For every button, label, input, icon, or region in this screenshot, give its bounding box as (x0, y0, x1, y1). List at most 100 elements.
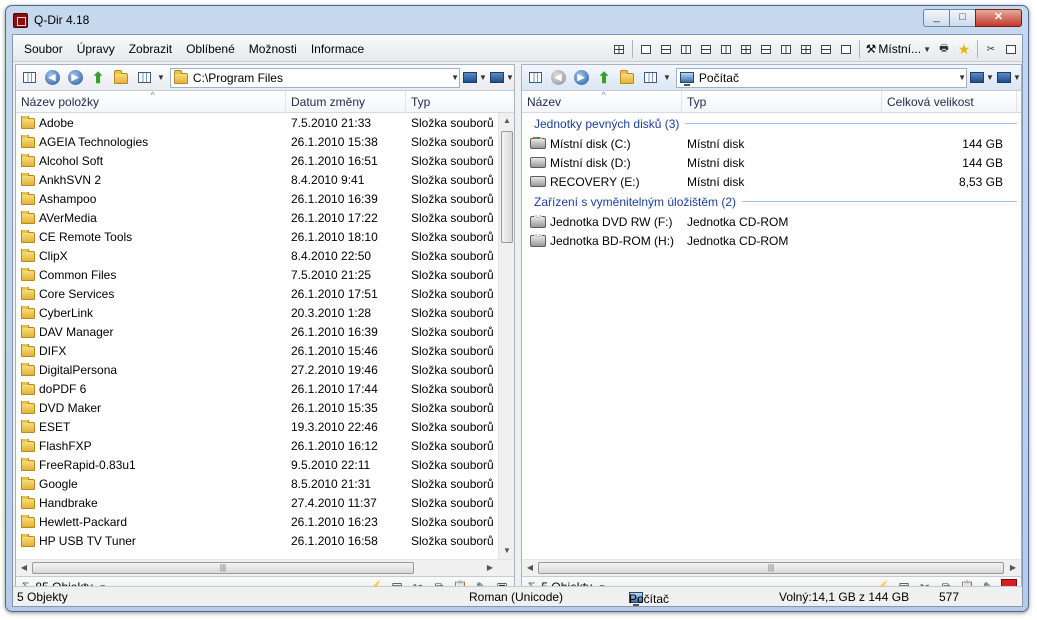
table-row[interactable]: CE Remote Tools 26.1.2010 18:10 Složka sou… (16, 227, 498, 246)
vertical-scrollbar[interactable]: ▲ ▼ (498, 113, 514, 559)
restore-layout-icon[interactable] (1002, 40, 1020, 58)
table-row[interactable]: Alcohol Soft 26.1.2010 16:51 Složka soubor… (16, 151, 498, 170)
menu-item-1[interactable]: Úpravy (70, 42, 122, 56)
scroll-thumb[interactable]: ||| (32, 562, 414, 574)
layout-2v-icon[interactable] (677, 40, 695, 58)
network-icon[interactable]: ▼ (997, 70, 1021, 85)
table-row[interactable]: HP USB TV Tuner 26.1.2010 16:58 Složka sou… (16, 531, 498, 550)
pane-view-icon[interactable] (525, 68, 545, 88)
table-row[interactable]: DigitalPersona 27.2.2010 19:46 Složka soub… (16, 360, 498, 379)
table-row[interactable]: Adobe 7.5.2010 21:33 Složka souborů (16, 113, 498, 132)
chevron-down-icon[interactable]: ▼ (958, 73, 966, 82)
layout-4c-icon[interactable] (837, 40, 855, 58)
table-row[interactable]: Common Files 7.5.2010 21:25 Složka souborů (16, 265, 498, 284)
layout-2h-icon[interactable] (657, 40, 675, 58)
column-total-size[interactable]: Celková velikost (882, 91, 1017, 113)
table-row[interactable]: AVerMedia 26.1.2010 17:22 Složka souborů (16, 208, 498, 227)
table-row[interactable]: CyberLink 20.3.2010 1:28 Složka souborů (16, 303, 498, 322)
list-item[interactable]: Jednotka BD-ROM (H:) Jednotka CD-ROM (522, 231, 1021, 250)
table-row[interactable]: Core Services 26.1.2010 17:51 Složka soubo… (16, 284, 498, 303)
menu-item-5[interactable]: Informace (304, 42, 371, 56)
table-row[interactable]: AGEIA Technologies 26.1.2010 15:38 Složka … (16, 132, 498, 151)
scroll-thumb[interactable] (501, 131, 513, 243)
pane-view-icon[interactable] (19, 68, 39, 88)
table-row[interactable]: doPDF 6 26.1.2010 17:44 Složka souborů (16, 379, 498, 398)
desktop-icon[interactable]: ▼ (970, 70, 994, 85)
close-button[interactable]: ✕ (975, 9, 1022, 27)
table-row[interactable]: DAV Manager 26.1.2010 16:39 Složka souborů (16, 322, 498, 341)
network-icon[interactable]: ▼ (490, 70, 514, 85)
new-folder-icon[interactable] (111, 68, 131, 88)
drive-name: RECOVERY (E:) (550, 174, 640, 189)
list-item[interactable]: RECOVERY (E:) Místní disk 8,53 GB (522, 172, 1021, 191)
scroll-down-icon[interactable]: ▼ (499, 543, 515, 559)
column-date[interactable]: Datum změny (286, 91, 406, 113)
zoom-tools-icon[interactable]: ✂ (982, 40, 1000, 58)
horizontal-scrollbar[interactable]: ◀ ||| ▶ (16, 559, 514, 576)
forward-icon[interactable]: ▶ (571, 68, 591, 88)
list-item[interactable]: Místní disk (D:) Místní disk 144 GB (522, 153, 1021, 172)
scroll-left-icon[interactable]: ◀ (522, 560, 538, 576)
print-icon[interactable]: 🖶 (935, 40, 953, 58)
back-icon[interactable]: ◀ (42, 68, 62, 88)
table-row[interactable]: FlashFXP 26.1.2010 16:12 Složka souborů (16, 436, 498, 455)
app-icon[interactable] (13, 13, 28, 28)
chevron-down-icon[interactable]: ▼ (663, 73, 671, 82)
list-item[interactable]: Místní disk (C:) Místní disk 144 GB (522, 134, 1021, 153)
column-name[interactable]: Název (522, 84, 682, 113)
left-toolbar: ◀ ▶ ⬆ ▼ C:\Program Files ▼ ▼ ▼ (16, 65, 514, 91)
layout-single-icon[interactable] (637, 40, 655, 58)
menu-item-3[interactable]: Oblíbené (179, 42, 242, 56)
horizontal-scrollbar[interactable]: ◀ ||| ▶ (522, 559, 1021, 576)
cell-name: Common Files (16, 267, 286, 282)
chevron-down-icon[interactable]: ▼ (451, 73, 459, 82)
menu-item-0[interactable]: Soubor (17, 42, 70, 56)
table-row[interactable]: DVD Maker 26.1.2010 15:35 Složka souborů (16, 398, 498, 417)
table-row[interactable]: Handbrake 27.4.2010 11:37 Složka souborů (16, 493, 498, 512)
location-dropdown[interactable]: ⚒ Místní... ▼ (864, 42, 933, 56)
layout-3d-icon[interactable] (757, 40, 775, 58)
new-folder-icon[interactable] (617, 68, 637, 88)
table-row[interactable]: Ashampoo 26.1.2010 16:39 Složka souborů (16, 189, 498, 208)
group-header[interactable]: Jednotky pevných disků (3) (522, 113, 1021, 134)
column-type[interactable]: Typ (682, 91, 882, 113)
forward-icon[interactable]: ▶ (65, 68, 85, 88)
scroll-thumb[interactable]: ||| (538, 562, 1004, 574)
table-row[interactable]: AnkhSVN 2 8.4.2010 9:41 Složka souborů (16, 170, 498, 189)
desktop-icon[interactable]: ▼ (463, 70, 487, 85)
layout-grid-icon[interactable] (610, 40, 628, 58)
group-header[interactable]: Zařízení s vyměnitelným úložištěm (2) (522, 191, 1021, 212)
layout-4b-icon[interactable] (817, 40, 835, 58)
table-row[interactable]: Hewlett-Packard 26.1.2010 16:23 Složka sou… (16, 512, 498, 531)
table-row[interactable]: ESET 19.3.2010 22:46 Složka souborů (16, 417, 498, 436)
layout-4a-icon[interactable] (797, 40, 815, 58)
maximize-button[interactable]: □ (949, 9, 976, 27)
table-row[interactable]: DIFX 26.1.2010 15:46 Složka souborů (16, 341, 498, 360)
back-icon[interactable]: ◀ (548, 68, 568, 88)
chevron-down-icon[interactable]: ▼ (157, 73, 165, 82)
scroll-right-icon[interactable]: ▶ (482, 560, 498, 576)
table-row[interactable]: FreeRapid-0.83u1 9.5.2010 22:11 Složka sou… (16, 455, 498, 474)
table-row[interactable]: ClipX 8.4.2010 22:50 Složka souborů (16, 246, 498, 265)
scroll-up-icon[interactable]: ▲ (499, 113, 515, 129)
layout-3c-icon[interactable] (737, 40, 755, 58)
favorite-star-icon[interactable]: ★ (955, 40, 973, 58)
table-row[interactable]: Google 8.5.2010 21:31 Složka souborů (16, 474, 498, 493)
address-bar[interactable]: Počítač ▼ (675, 67, 967, 88)
menu-item-2[interactable]: Zobrazit (122, 42, 179, 56)
view-mode-icon[interactable] (640, 68, 660, 88)
layout-3e-icon[interactable] (777, 40, 795, 58)
title-bar[interactable]: Q-Dir 4.18 _ □ ✕ (6, 6, 1028, 34)
layout-3a-icon[interactable] (697, 40, 715, 58)
column-type[interactable]: Typ (406, 91, 498, 113)
scroll-left-icon[interactable]: ◀ (16, 560, 32, 576)
address-bar[interactable]: C:\Program Files ▼ (169, 67, 460, 88)
column-name[interactable]: Název položky (16, 84, 286, 113)
menu-item-4[interactable]: Možnosti (242, 42, 304, 56)
list-item[interactable]: Jednotka DVD RW (F:) Jednotka CD-ROM (522, 212, 1021, 231)
minimize-button[interactable]: _ (923, 9, 950, 27)
layout-3b-icon[interactable] (717, 40, 735, 58)
folder-icon (21, 400, 35, 414)
up-folder-icon[interactable]: ⬆ (88, 68, 108, 88)
scroll-right-icon[interactable]: ▶ (1005, 560, 1021, 576)
